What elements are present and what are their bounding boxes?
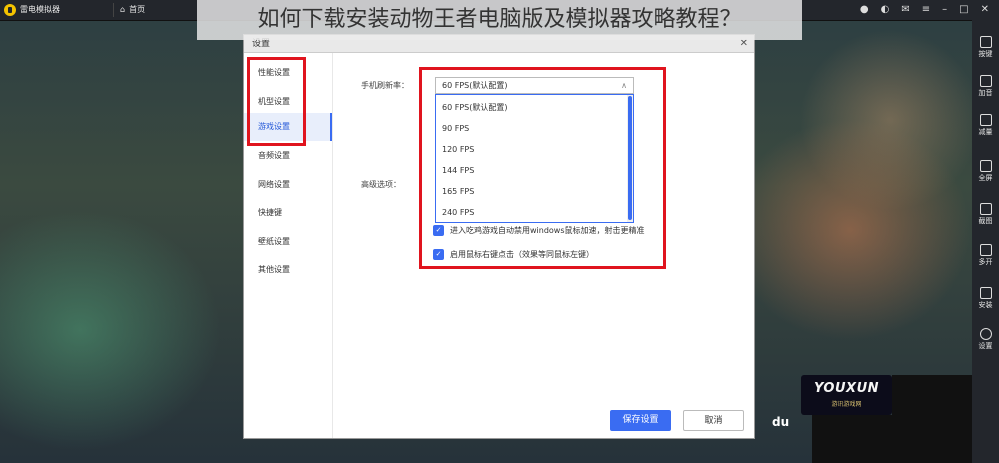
toolbar-label: 安装	[978, 301, 993, 309]
fps-selected-value: 60 FPS(默认配置)	[442, 81, 508, 90]
checkbox-label: 进入吃鸡游戏自动禁用windows鼠标加速，射击更精准	[450, 225, 645, 235]
home-icon: ⌂	[120, 5, 126, 14]
brand-subtext: 游讯游戏网	[831, 401, 862, 408]
scissors-icon	[979, 203, 992, 215]
toolbar-label: 按键	[978, 50, 993, 58]
fps-option[interactable]: 90 FPS	[436, 118, 626, 139]
corner-overlay	[892, 375, 972, 463]
settings-sidebar: 性能设置 机型设置 游戏设置 音频设置 网络设置 快捷键 壁纸设置 其他设置	[244, 53, 333, 438]
toolbar-label: 设置	[978, 342, 993, 350]
fps-dropdown-list: 60 FPS(默认配置) 90 FPS 120 FPS 144 FPS 165 …	[435, 94, 634, 223]
fps-label: 手机刷新率：	[361, 81, 409, 90]
checkbox-checked-icon[interactable]: ✓	[433, 224, 444, 236]
article-title: 如何下载安装动物王者电脑版及模拟器攻略教程？	[197, 0, 802, 40]
mail-icon[interactable]: ✉	[901, 2, 909, 18]
checkbox-checked-icon[interactable]: ✓	[433, 248, 444, 260]
toolbar-volume-down[interactable]: 减量	[972, 114, 999, 137]
menu-icon[interactable]: ≡	[922, 2, 930, 18]
sidebar-item-device-model[interactable]: 机型设置	[244, 88, 332, 116]
fullscreen-icon	[979, 160, 992, 172]
toolbar-label: 减量	[978, 128, 993, 136]
baidu-watermark: du	[772, 415, 790, 429]
brand-text: YOUXUN	[813, 381, 880, 396]
volume-up-icon	[979, 75, 992, 87]
gear-icon	[979, 328, 992, 340]
right-toolbar: 按键 加音 减量 全屏 截图 多开 安装 设置	[972, 20, 999, 463]
toolbar-label: 加音	[978, 89, 993, 97]
app-title: 雷电模拟器	[20, 5, 60, 14]
close-icon[interactable]: ✕	[981, 2, 989, 18]
multi-instance-icon	[979, 244, 992, 256]
toolbar-label: 截图	[978, 217, 993, 225]
toolbar-volume-up[interactable]: 加音	[972, 75, 999, 98]
toolbar-fullscreen[interactable]: 全屏	[972, 160, 999, 183]
fps-option[interactable]: 165 FPS	[436, 181, 626, 202]
dropdown-scrollbar[interactable]	[627, 95, 633, 222]
maximize-icon[interactable]: □	[959, 2, 968, 18]
fps-option[interactable]: 144 FPS	[436, 160, 626, 181]
home-tab-label: 首页	[129, 5, 146, 14]
checkbox-label: 启用鼠标右键点击（效果等同鼠标左键）	[450, 249, 594, 259]
sidebar-item-wallpaper[interactable]: 壁纸设置	[244, 228, 332, 256]
corner-overlay	[812, 415, 892, 463]
title-divider	[113, 3, 114, 17]
fps-select[interactable]: 60 FPS(默认配置) ∧	[435, 77, 634, 94]
toolbar-keyboard[interactable]: 按键	[972, 36, 999, 59]
window-controls: ● ◐ ✉ ≡ – □ ✕	[860, 2, 989, 18]
gamepad-icon[interactable]: ◐	[881, 2, 890, 18]
apk-install-icon	[979, 287, 992, 299]
app-logo: 雷电模拟器	[4, 2, 60, 18]
toolbar-label: 多开	[978, 258, 993, 266]
cancel-button[interactable]: 取消	[683, 410, 744, 431]
checkbox-row-mouse-accel[interactable]: ✓ 进入吃鸡游戏自动禁用windows鼠标加速，射击更精准	[433, 223, 645, 237]
toolbar-install[interactable]: 安装	[972, 287, 999, 310]
minimize-icon[interactable]: –	[942, 2, 947, 18]
sidebar-item-audio[interactable]: 音频设置	[244, 142, 332, 170]
toolbar-settings[interactable]: 设置	[972, 328, 999, 351]
toolbar-multi-instance[interactable]: 多开	[972, 244, 999, 267]
keyboard-icon	[979, 36, 992, 48]
toolbar-screenshot[interactable]: 截图	[972, 203, 999, 226]
checkbox-row-right-click[interactable]: ✓ 启用鼠标右键点击（效果等同鼠标左键）	[433, 247, 594, 261]
chevron-up-icon: ∧	[621, 81, 627, 90]
sidebar-item-network[interactable]: 网络设置	[244, 171, 332, 199]
fps-option[interactable]: 120 FPS	[436, 139, 626, 160]
toolbar-label: 全屏	[978, 174, 993, 182]
save-button[interactable]: 保存设置	[610, 410, 671, 431]
record-icon[interactable]: ●	[860, 2, 869, 18]
sidebar-item-performance[interactable]: 性能设置	[244, 59, 332, 87]
volume-down-icon	[979, 114, 992, 126]
advanced-label: 高级选项：	[361, 180, 401, 189]
leidian-logo-icon	[4, 4, 16, 16]
home-tab[interactable]: ⌂ 首页	[120, 2, 145, 18]
youxun-logo: YOUXUN 游讯游戏网	[801, 375, 892, 415]
sidebar-item-game[interactable]: 游戏设置	[244, 113, 332, 141]
fps-option[interactable]: 240 FPS	[436, 202, 626, 223]
sidebar-item-shortcuts[interactable]: 快捷键	[244, 199, 332, 227]
settings-dialog: 设置 ✕ 性能设置 机型设置 游戏设置 音频设置 网络设置 快捷键 壁纸设置 其…	[244, 35, 754, 438]
sidebar-item-other[interactable]: 其他设置	[244, 256, 332, 284]
fps-option[interactable]: 60 FPS(默认配置)	[436, 97, 626, 118]
